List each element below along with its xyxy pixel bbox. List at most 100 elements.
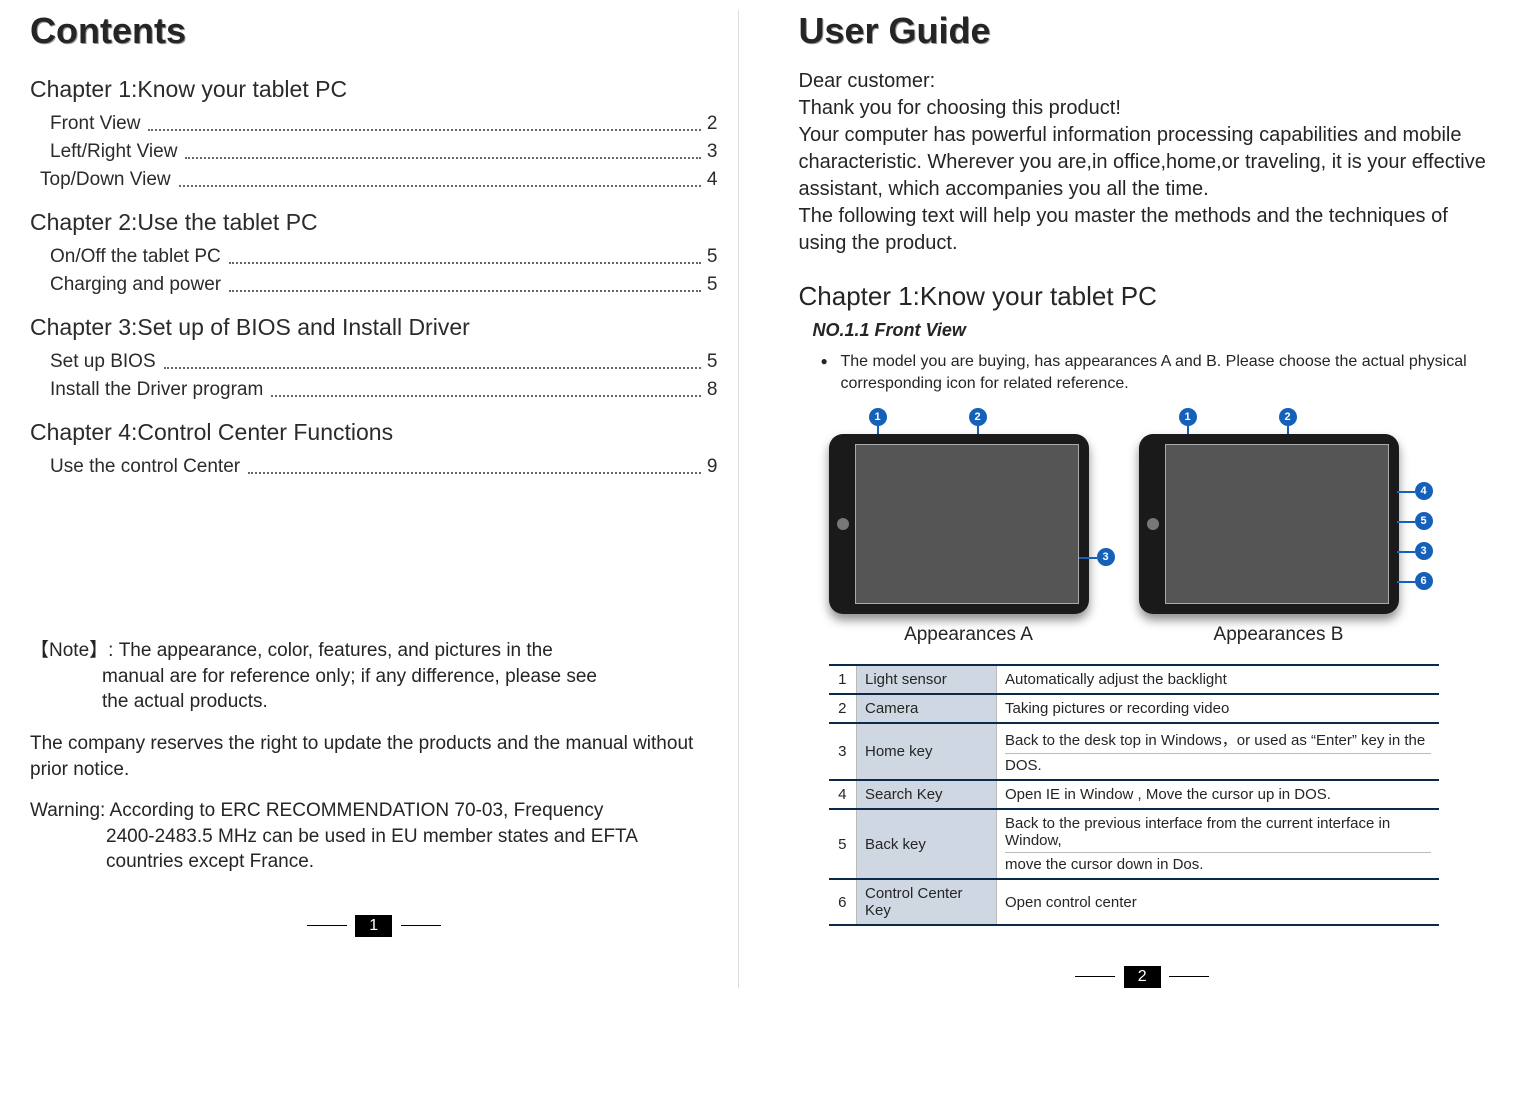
feature-table: 1 Light sensor Automatically adjust the … [829, 664, 1439, 926]
tablet-b [1139, 434, 1399, 614]
toc-label: Top/Down View [40, 169, 171, 191]
page-num-bar [1169, 976, 1209, 977]
callout-line [1397, 491, 1415, 493]
toc-page: 5 [707, 351, 718, 373]
toc-label: On/Off the tablet PC [50, 246, 221, 268]
callout-line [1079, 557, 1097, 559]
toc-label: Use the control Center [50, 456, 240, 478]
page-spread: Contents Chapter 1:Know your tablet PC F… [10, 10, 1506, 988]
appearances-labels: Appearances A Appearances B [829, 624, 1487, 646]
callout-line [1397, 581, 1415, 583]
feature-desc-a: Back to the previous interface from the … [1005, 815, 1431, 853]
feature-name: Light sensor [857, 665, 997, 694]
toc-page: 8 [707, 379, 718, 401]
feature-row-1: 1 Light sensor Automatically adjust the … [829, 665, 1439, 694]
front-view-bullet: The model you are buying, has appearance… [825, 351, 1487, 394]
callout-b-4: 4 [1415, 482, 1433, 500]
callout-a-2: 2 [969, 408, 987, 426]
toc-line-left-right-view: Left/Right View 3 [50, 141, 718, 163]
feature-desc: Back to the previous interface from the … [997, 809, 1439, 879]
toc-page: 9 [707, 456, 718, 478]
feature-row-2: 2 Camera Taking pictures or recording vi… [829, 694, 1439, 723]
toc-line-bios: Set up BIOS 5 [50, 351, 718, 373]
toc-label: Charging and power [50, 274, 221, 296]
feature-row-5: 5 Back key Back to the previous interfac… [829, 809, 1439, 879]
tablet-unit-a: 1 2 3 [829, 408, 1109, 614]
chapter-head-right: Chapter 1:Know your tablet PC [799, 281, 1487, 312]
page-num-wrap-left: 1 [30, 915, 718, 937]
callout-b-3: 3 [1415, 542, 1433, 560]
toc-line-driver: Install the Driver program 8 [50, 379, 718, 401]
chapter-2: Chapter 2:Use the tablet PC On/Off the t… [30, 209, 718, 296]
toc-dots [229, 262, 701, 264]
chapter-1-title: Chapter 1:Know your tablet PC [30, 76, 718, 103]
callout-line [1397, 521, 1415, 523]
toc-line-control-center: Use the control Center 9 [50, 456, 718, 478]
feature-num: 6 [829, 879, 857, 925]
page-num-bar [401, 925, 441, 926]
callout-b-6: 6 [1415, 572, 1433, 590]
feature-desc-b: move the cursor down in Dos. [1005, 856, 1431, 873]
callout-a-3: 3 [1097, 548, 1115, 566]
note-lead: 【Note】: [30, 640, 119, 661]
note-line-1: The appearance, color, features, and pic… [119, 640, 553, 661]
callout-b-1: 1 [1179, 408, 1197, 426]
feature-desc: Open IE in Window , Move the cursor up i… [997, 780, 1439, 809]
chapter-4-title: Chapter 4:Control Center Functions [30, 419, 718, 446]
page-num-bar [1075, 976, 1115, 977]
feature-desc: Open control center [997, 879, 1439, 925]
feature-num: 5 [829, 809, 857, 879]
chapter-2-title: Chapter 2:Use the tablet PC [30, 209, 718, 236]
toc-label: Front View [50, 113, 140, 135]
chapter-3-title: Chapter 3:Set up of BIOS and Install Dri… [30, 314, 718, 341]
home-button-icon [1147, 518, 1159, 530]
home-button-icon [837, 518, 849, 530]
feature-desc-a: Back to the desk top in Windows，or used … [1005, 729, 1431, 754]
intro-block: Dear customer: Thank you for choosing th… [799, 68, 1487, 257]
front-view-subhead: NO.1.1 Front View [813, 320, 1487, 341]
feature-desc: Automatically adjust the backlight [997, 665, 1439, 694]
feature-row-6: 6 Control Center Key Open control center [829, 879, 1439, 925]
toc-line-onoff: On/Off the tablet PC 5 [50, 246, 718, 268]
toc-label: Left/Right View [50, 141, 177, 163]
toc-page: 5 [707, 246, 718, 268]
toc-line-front-view: Front View 2 [50, 113, 718, 135]
toc-page: 3 [707, 141, 718, 163]
user-guide-title: User Guide [799, 10, 1487, 52]
feature-desc: Back to the desk top in Windows，or used … [997, 723, 1439, 780]
toc-dots [248, 472, 701, 474]
appearance-a-label: Appearances A [829, 624, 1109, 646]
warning-line-2: 2400-2483.5 MHz can be used in EU member… [106, 824, 718, 850]
feature-name: Back key [857, 809, 997, 879]
page-left: Contents Chapter 1:Know your tablet PC F… [10, 10, 739, 988]
feature-desc: Taking pictures or recording video [997, 694, 1439, 723]
callout-b-5: 5 [1415, 512, 1433, 530]
page-num-left: 1 [355, 915, 392, 937]
toc-dots [164, 367, 701, 369]
chapter-4: Chapter 4:Control Center Functions Use t… [30, 419, 718, 478]
contents-title: Contents [30, 10, 718, 52]
warning-line-1: Warning: According to ERC RECOMMENDATION… [30, 798, 718, 824]
page-num-wrap-right: 2 [799, 966, 1487, 988]
feature-num: 4 [829, 780, 857, 809]
callout-line [1397, 551, 1415, 553]
callout-b-2: 2 [1279, 408, 1297, 426]
page-num-right: 2 [1124, 966, 1161, 988]
toc-label: Install the Driver program [50, 379, 263, 401]
toc-dots [148, 129, 700, 131]
chapter-3: Chapter 3:Set up of BIOS and Install Dri… [30, 314, 718, 401]
chapter-1: Chapter 1:Know your tablet PC Front View… [30, 76, 718, 191]
note-line-2: manual are for reference only; if any di… [102, 664, 718, 690]
feature-num: 3 [829, 723, 857, 780]
note-line-3: the actual products. [102, 689, 718, 715]
toc-dots [185, 157, 700, 159]
feature-name: Home key [857, 723, 997, 780]
feature-num: 2 [829, 694, 857, 723]
toc-line-top-down-view: Top/Down View 4 [40, 169, 718, 191]
feature-name: Search Key [857, 780, 997, 809]
toc-page: 4 [707, 169, 718, 191]
warning-line-3: countries except France. [106, 849, 718, 875]
toc-dots [229, 290, 701, 292]
page-num-bar [307, 925, 347, 926]
feature-row-3: 3 Home key Back to the desk top in Windo… [829, 723, 1439, 780]
